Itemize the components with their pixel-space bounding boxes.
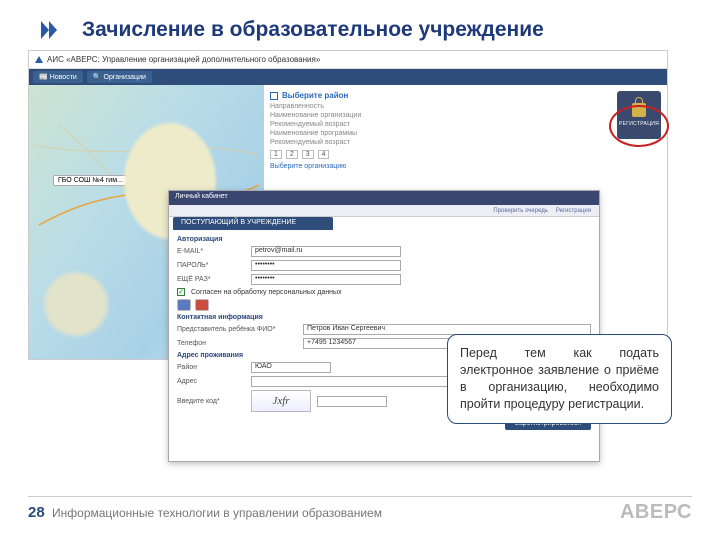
- auth-section: Авторизация: [177, 236, 591, 243]
- password2-label: ЕЩЁ РАЗ*: [177, 276, 245, 283]
- password-label: ПАРОЛЬ*: [177, 262, 245, 269]
- callout-box: Перед тем как подать электронное заявлен…: [447, 334, 672, 424]
- slide-title: Зачисление в образовательное учреждение: [82, 18, 544, 42]
- app-title: АИС «АВЕРС: Управление организацией допо…: [47, 55, 320, 64]
- chevron-icon: [38, 18, 62, 42]
- brand-label: АВЕРС: [620, 501, 692, 524]
- consent-checkbox[interactable]: ✓: [177, 288, 185, 296]
- social-icon[interactable]: [177, 299, 191, 311]
- page-num[interactable]: 3: [302, 150, 314, 159]
- page-number: 28: [28, 504, 45, 521]
- toolbar-news-button[interactable]: 📰 Новости: [33, 71, 83, 83]
- captcha-label: Введите код*: [177, 398, 245, 405]
- captcha-field[interactable]: [317, 396, 387, 407]
- page-num[interactable]: 1: [270, 150, 282, 159]
- filter-line: Наименование программы: [270, 130, 661, 137]
- filter-line: Рекомендуемый возраст: [270, 121, 661, 128]
- address-label: Адрес: [177, 378, 245, 385]
- region-field[interactable]: ЮАО: [251, 362, 331, 373]
- social-icon[interactable]: [195, 299, 209, 311]
- email-field[interactable]: petrov@mail.ru: [251, 246, 401, 257]
- password2-field[interactable]: ••••••••: [251, 274, 401, 285]
- filter-line: Наименование организации: [270, 112, 661, 119]
- app-header: АИС «АВЕРС: Управление организацией допо…: [29, 51, 667, 69]
- panel-heading: Выберите район: [270, 91, 661, 100]
- content-area: АИС «АВЕРС: Управление организацией допо…: [28, 50, 688, 450]
- modal-links: Проверить очередь Регистрация: [169, 205, 599, 217]
- map-pin[interactable]: ГБО СОШ №4 гим...: [53, 175, 128, 186]
- email-label: E-MAIL*: [177, 248, 245, 255]
- footer-text: Информационные технологии в управлении о…: [52, 506, 382, 520]
- filter-line: Направленность: [270, 103, 661, 110]
- highlight-circle: [609, 105, 669, 147]
- app-logo-icon: [35, 56, 43, 63]
- org-selector-link[interactable]: Выберите организацию: [270, 163, 661, 170]
- slide-footer: 28 Информационные технологии в управлени…: [28, 496, 692, 524]
- app-toolbar: 📰 Новости 🔍 Организации: [29, 69, 667, 85]
- modal-header: Личный кабинет: [169, 191, 599, 205]
- filter-line: Рекомендуемый возраст: [270, 139, 661, 146]
- applicant-tab[interactable]: ПОСТУПАЮЩИЙ В УЧРЕЖДЕНИЕ: [173, 217, 333, 230]
- social-icons: [177, 299, 591, 311]
- registration-link[interactable]: Регистрация: [556, 208, 591, 214]
- page-num[interactable]: 2: [286, 150, 298, 159]
- contact-section: Контактная информация: [177, 314, 591, 321]
- phone-label: Телефон: [177, 340, 297, 347]
- region-label: Район: [177, 364, 245, 371]
- toolbar-orgs-button[interactable]: 🔍 Организации: [87, 71, 152, 83]
- phone-field[interactable]: +7495 1234567: [303, 338, 453, 349]
- consent-text: Согласен на обработку персональных данны…: [191, 289, 342, 296]
- page-num[interactable]: 4: [318, 150, 330, 159]
- check-queue-link[interactable]: Проверить очередь: [493, 208, 548, 214]
- password-field[interactable]: ••••••••: [251, 260, 401, 271]
- captcha-image: Jxfr: [251, 390, 311, 412]
- fio-label: Представитель ребёнка ФИО*: [177, 326, 297, 333]
